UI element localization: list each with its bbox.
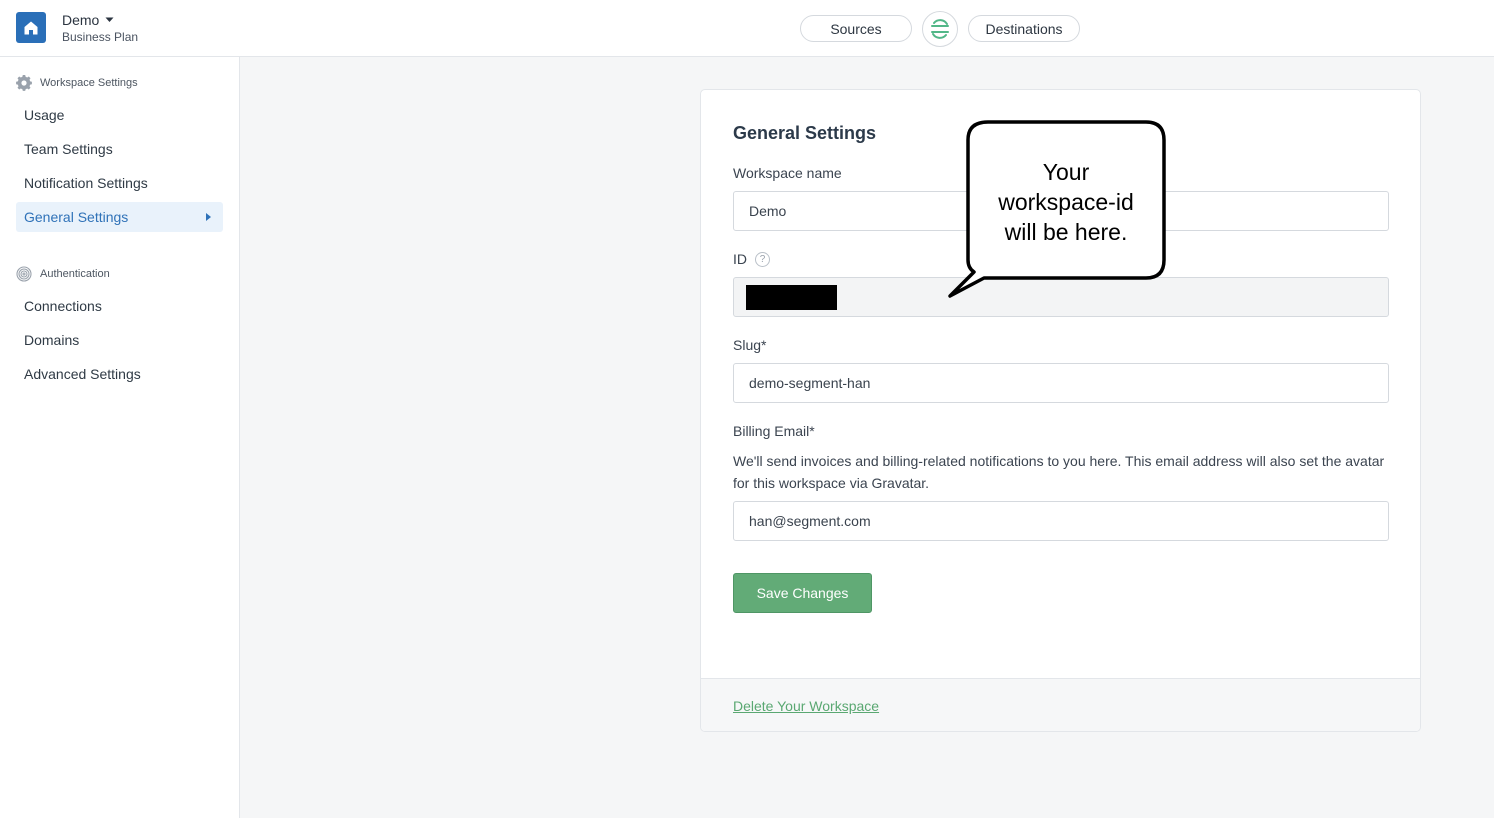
home-button[interactable] xyxy=(16,12,46,43)
chevron-down-icon xyxy=(105,17,114,22)
sidebar: Workspace Settings Usage Team Settings N… xyxy=(0,57,240,818)
billing-email-input[interactable]: han@segment.com xyxy=(733,501,1389,541)
sidebar-item-label: Connections xyxy=(24,298,102,314)
input-value: Demo xyxy=(749,203,787,219)
save-changes-button[interactable]: Save Changes xyxy=(733,573,872,613)
fingerprint-icon xyxy=(16,266,32,282)
slug-label: Slug* xyxy=(733,337,766,353)
sidebar-item-advanced-settings[interactable]: Advanced Settings xyxy=(16,359,223,389)
workspace-settings-section: Workspace Settings xyxy=(16,75,138,91)
billing-email-label: Billing Email* xyxy=(733,423,815,439)
segment-logo-button[interactable] xyxy=(922,11,958,47)
destinations-button[interactable]: Destinations xyxy=(968,15,1080,42)
input-value: han@segment.com xyxy=(749,513,871,529)
sidebar-item-connections[interactable]: Connections xyxy=(16,291,223,321)
billing-description: We'll send invoices and billing-related … xyxy=(733,453,1385,491)
sidebar-item-notification-settings[interactable]: Notification Settings xyxy=(16,168,223,198)
sidebar-item-usage[interactable]: Usage xyxy=(16,100,223,130)
callout-text: Your workspace-id will be here. xyxy=(968,157,1164,247)
gear-icon xyxy=(16,75,32,91)
delete-workspace-link[interactable]: Delete Your Workspace xyxy=(733,698,879,714)
sidebar-item-label: Team Settings xyxy=(24,141,113,157)
sidebar-item-label: Usage xyxy=(24,107,65,123)
home-icon xyxy=(24,21,38,34)
sidebar-item-label: Advanced Settings xyxy=(24,366,141,382)
callout-line: Your xyxy=(1042,159,1090,185)
segment-logo-icon xyxy=(931,19,949,39)
slug-input[interactable]: demo-segment-han xyxy=(733,363,1389,403)
label-text: Billing Email* xyxy=(733,423,815,439)
sidebar-item-label: General Settings xyxy=(24,209,129,225)
sidebar-item-label: Notification Settings xyxy=(24,175,148,191)
caret-right-icon xyxy=(206,213,211,221)
sidebar-item-general-settings[interactable]: General Settings xyxy=(16,202,223,232)
section-title: Authentication xyxy=(40,268,110,280)
section-title: Workspace Settings xyxy=(40,77,138,89)
authentication-section: Authentication xyxy=(16,266,110,282)
callout-line: workspace-id xyxy=(998,189,1134,215)
label-text: Slug* xyxy=(733,337,767,353)
workspace-plan: Business Plan xyxy=(62,30,139,44)
label-text: ID xyxy=(733,251,747,267)
sources-button[interactable]: Sources xyxy=(800,15,912,42)
card-footer: Delete Your Workspace xyxy=(701,678,1420,731)
sidebar-item-domains[interactable]: Domains xyxy=(16,325,223,355)
sidebar-item-label: Domains xyxy=(24,332,80,348)
workspace-switcher[interactable]: Demo xyxy=(62,12,114,28)
input-value: demo-segment-han xyxy=(749,375,871,391)
sidebar-item-team-settings[interactable]: Team Settings xyxy=(16,134,223,164)
workspace-name-label: Workspace name xyxy=(733,165,842,181)
redacted-id-block xyxy=(746,284,837,310)
top-bar: Demo Business Plan Sources Destinations xyxy=(0,0,1494,57)
help-icon[interactable]: ? xyxy=(755,251,770,267)
id-label: ID ? xyxy=(733,251,770,267)
card-title: General Settings xyxy=(733,123,877,143)
workspace-name: Demo xyxy=(62,12,100,28)
label-text: Workspace name xyxy=(733,165,842,181)
callout-line: will be here. xyxy=(1004,219,1128,245)
